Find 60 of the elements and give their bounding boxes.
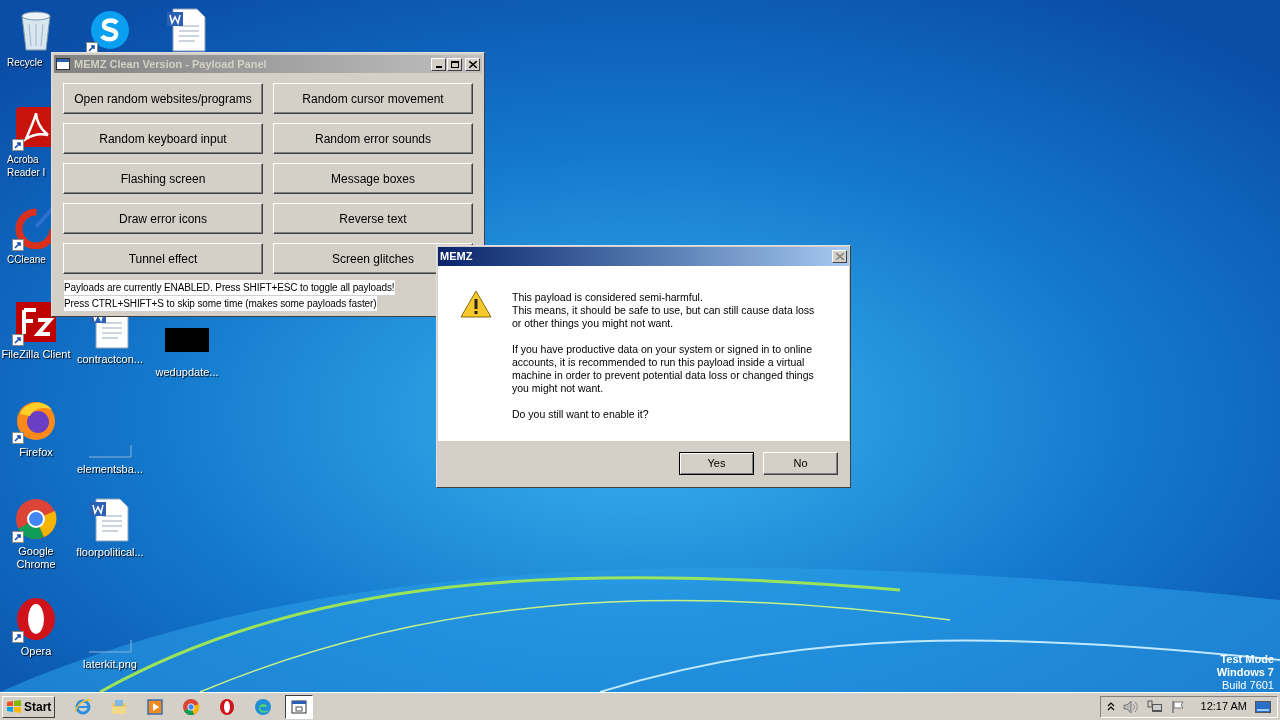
flag-icon[interactable] [1170, 699, 1185, 714]
close-button[interactable] [465, 57, 480, 71]
os-build-text: Windows 7 [1216, 666, 1274, 679]
dialog-button[interactable]: Yes [679, 452, 754, 475]
message-text: This payload is considered semi-harmful. This means, it should be safe to use, but can still cause data loss or other things you might not want. [512, 291, 815, 330]
payload-button[interactable]: Message boxes [273, 163, 473, 194]
chevron-up-icon[interactable] [1106, 701, 1115, 712]
payload-button[interactable]: Random error sounds [273, 123, 473, 154]
minimize-button[interactable] [431, 57, 446, 71]
message-text: Do you still want to enable it? [512, 408, 650, 421]
icon-label[interactable]: Acroba Reader I [7, 153, 46, 179]
icon-label[interactable]: laterkit.png [83, 658, 137, 671]
icon-label[interactable]: contractcon... [76, 353, 143, 366]
payload-button[interactable]: Random cursor movement [273, 83, 473, 114]
payload-button[interactable]: Flashing screen [63, 163, 263, 194]
icon-label[interactable]: floorpolitical... [76, 546, 144, 559]
taskbar-button[interactable] [285, 694, 314, 719]
window-title: MEMZ [440, 249, 473, 265]
icon-label[interactable]: wedupdate... [155, 366, 219, 379]
payload-button[interactable]: Random keyboard input [63, 123, 263, 154]
edge-icon [254, 697, 273, 716]
filezilla-icon [14, 300, 58, 344]
icon-label[interactable]: Recycle [7, 56, 43, 69]
opera-icon [14, 597, 58, 641]
internet-explorer-icon [74, 697, 93, 716]
chrome-icon [14, 497, 58, 541]
chrome-icon [182, 697, 201, 716]
network-icon[interactable] [1146, 699, 1163, 714]
payload-button[interactable]: Draw error icons [63, 203, 263, 234]
icon-label[interactable]: Google Chrome [16, 545, 56, 571]
icon-label[interactable]: Opera [20, 645, 52, 658]
payload-button[interactable]: Tunnel effect [63, 243, 263, 274]
window-icon [290, 697, 309, 716]
message-text: If you have productive data on your system or signed in to online accounts, it is recommended to run this payload inside a virtual machine in order to prevent potential data loss or changed things you might not want. [512, 343, 815, 395]
folder-icon [110, 697, 129, 716]
start-button[interactable]: Start [2, 695, 56, 718]
clock[interactable]: 12:17 AM [1200, 698, 1247, 715]
opera-icon [218, 697, 237, 716]
close-button[interactable] [832, 250, 847, 263]
os-build-text: Build 7601 [1222, 679, 1274, 692]
status-text: Press CTRL+SHIFT+S to skip some time (makes some payloads faster) [64, 296, 377, 311]
windows-logo-icon [6, 699, 22, 714]
warning-icon [460, 290, 492, 318]
icon-label[interactable]: FileZilla Client [1, 348, 71, 361]
maximize-button[interactable] [447, 57, 462, 71]
speaker-icon[interactable] [1122, 699, 1139, 714]
icon-label[interactable]: Firefox [19, 446, 53, 459]
skype-icon [88, 8, 132, 52]
status-text: Payloads are currently ENABLED. Press SHIFT+ESC to toggle all payloads! [64, 280, 395, 295]
media-player-icon [146, 697, 165, 716]
icon-label[interactable]: CCleane [7, 253, 46, 266]
payload-button[interactable]: Open random websites/programs [63, 83, 263, 114]
icon-label[interactable]: elementsba... [76, 463, 143, 476]
window-title: MEMZ Clean Version - Payload Panel [74, 56, 267, 72]
show-desktop-icon[interactable] [1255, 699, 1271, 714]
close-icon [468, 60, 477, 68]
close-icon [835, 253, 844, 260]
dialog-button[interactable]: No [763, 452, 838, 475]
window-icon [56, 58, 70, 70]
payload-button[interactable]: Reverse text [273, 203, 473, 234]
